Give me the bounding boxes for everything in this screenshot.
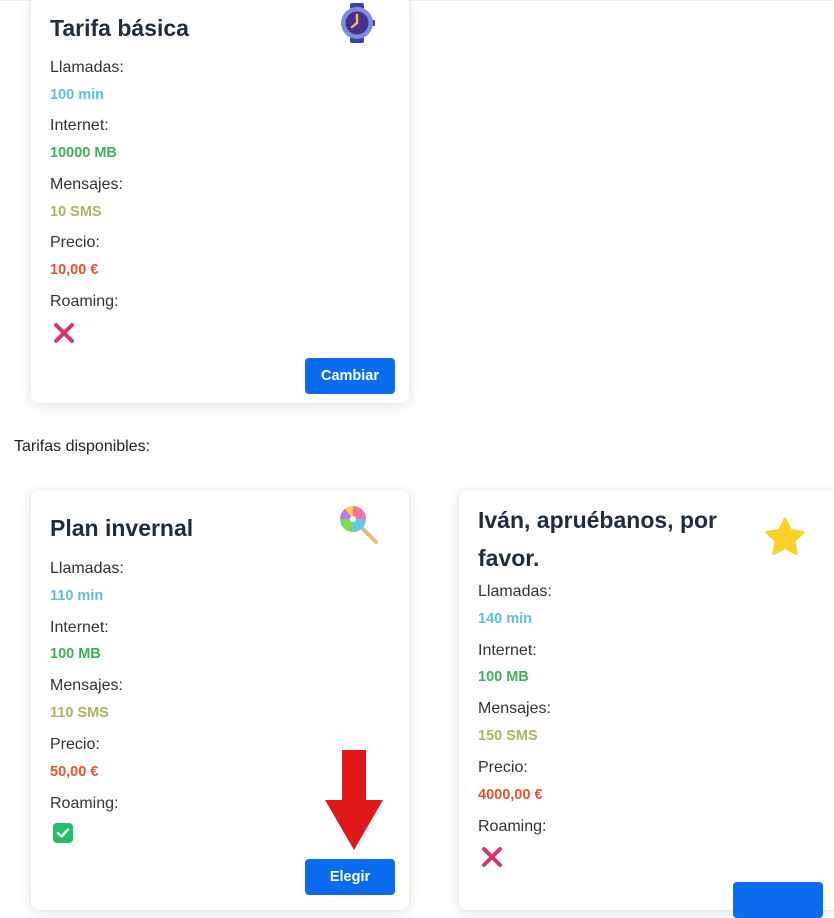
cross-icon xyxy=(54,323,74,343)
available-plans-heading: Tarifas disponibles: xyxy=(14,438,151,455)
internet-label: Internet: xyxy=(50,619,109,636)
internet-label: Internet: xyxy=(478,642,537,659)
lollipop-icon xyxy=(340,506,378,544)
sms-label: Mensajes: xyxy=(50,176,123,193)
internet-label: Internet: xyxy=(50,117,109,134)
calls-value: 100 min xyxy=(50,87,104,103)
internet-value: 100 MB xyxy=(50,646,101,662)
price-value: 10,00 € xyxy=(50,262,99,278)
watch-icon xyxy=(341,3,375,43)
calls-value: 110 min xyxy=(50,588,104,604)
calls-label: Llamadas: xyxy=(478,583,552,600)
price-label: Precio: xyxy=(478,759,528,776)
sms-value: 110 SMS xyxy=(50,705,109,721)
choose-plan-button[interactable]: Elegir xyxy=(305,859,395,895)
star-icon xyxy=(765,517,805,555)
roaming-label: Roaming: xyxy=(478,818,547,835)
plan-title: Plan invernal xyxy=(50,515,194,541)
calls-label: Llamadas: xyxy=(50,560,124,577)
plan-title-line: Iván, apruébanos, por xyxy=(478,507,717,533)
plan-title: Iván, apruébanos, por favor. xyxy=(478,501,717,577)
calls-label: Llamadas: xyxy=(50,59,124,76)
price-label: Precio: xyxy=(50,736,100,753)
change-plan-button[interactable]: Cambiar xyxy=(305,358,395,394)
calls-value: 140 min xyxy=(478,611,532,627)
sms-label: Mensajes: xyxy=(50,677,123,694)
roaming-label: Roaming: xyxy=(50,795,119,812)
price-value: 50,00 € xyxy=(50,764,99,780)
plan-title: Tarifa básica xyxy=(50,15,189,41)
roaming-label: Roaming: xyxy=(50,293,119,310)
internet-value: 10000 MB xyxy=(50,145,117,161)
arrow-down-icon xyxy=(325,750,383,850)
sms-label: Mensajes: xyxy=(478,700,551,717)
price-label: Precio: xyxy=(50,234,100,251)
sms-value: 150 SMS xyxy=(478,728,538,744)
price-value: 4000,00 € xyxy=(478,787,543,803)
cross-icon xyxy=(482,847,502,867)
sms-value: 10 SMS xyxy=(50,204,102,220)
internet-value: 100 MB xyxy=(478,669,529,685)
plan-title-line: favor. xyxy=(478,545,540,571)
plan-card: Iván, apruébanos, por favor. Llamadas: 1… xyxy=(459,490,834,918)
current-plan-card: Tarifa básica Llamadas: 100 min Internet… xyxy=(31,0,409,403)
choose-plan-button[interactable] xyxy=(733,882,823,918)
check-icon xyxy=(53,823,73,843)
